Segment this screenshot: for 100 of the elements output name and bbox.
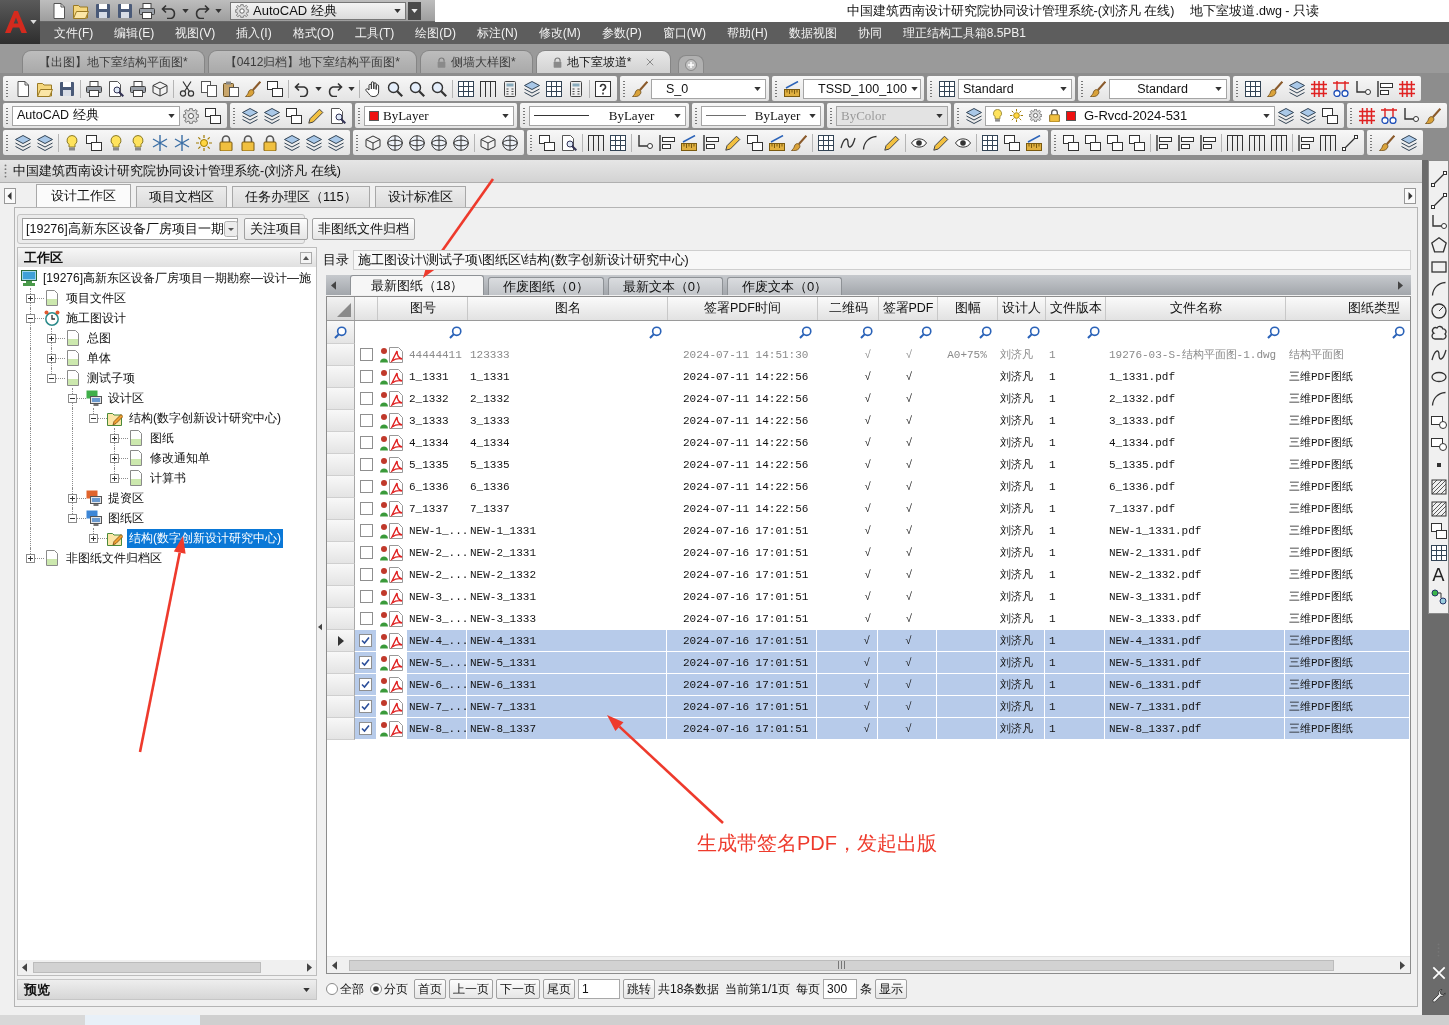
layers-icon[interactable] xyxy=(966,107,982,124)
snowflake-icon[interactable] xyxy=(152,134,168,151)
brush-icon[interactable] xyxy=(1425,107,1441,124)
expand-icon[interactable] xyxy=(110,473,119,483)
column-header[interactable]: 设计人 xyxy=(997,297,1045,320)
pentagon-icon[interactable] xyxy=(1430,237,1447,253)
arc-icon[interactable] xyxy=(1430,391,1447,407)
menu-item[interactable]: 工具(T) xyxy=(355,24,395,42)
help-icon[interactable] xyxy=(595,80,611,97)
application-button[interactable] xyxy=(0,0,40,44)
column-header[interactable]: 图号 xyxy=(377,297,467,320)
brush-icon[interactable] xyxy=(632,80,648,97)
square-circle-icon[interactable] xyxy=(1430,413,1447,429)
table-row[interactable]: NEW-6_...NEW-6_1331 2024-07-16 17:01:51 √ √ 刘济凡 1 NEW-6_1331.pdf 三维PDF图纸 xyxy=(327,674,1410,696)
calculator-icon[interactable] xyxy=(568,80,584,97)
document-icon[interactable] xyxy=(15,80,31,97)
text-tool-button[interactable]: A xyxy=(1432,567,1445,583)
hatch-icon[interactable] xyxy=(1430,479,1447,495)
line-icon[interactable] xyxy=(1430,193,1447,209)
folder-icon[interactable] xyxy=(37,80,53,97)
checkbox[interactable] xyxy=(359,700,372,713)
collapse-icon[interactable] xyxy=(68,393,77,403)
left-arrow-icon[interactable] xyxy=(332,960,337,970)
layers-icon[interactable] xyxy=(1289,80,1305,97)
overlapping-squares-icon[interactable] xyxy=(1430,523,1447,539)
checkbox[interactable] xyxy=(359,414,373,427)
follow-project-button[interactable]: 关注项目 xyxy=(244,218,308,240)
table-icon[interactable] xyxy=(546,80,562,97)
column-header[interactable]: 签署PDF xyxy=(878,297,937,320)
column-header[interactable]: 文件版本 xyxy=(1045,297,1105,320)
table-row[interactable]: NEW-4_...NEW-4_1331 2024-07-16 17:01:51 √ √ 刘济凡 1 NEW-4_1331.pdf 三维PDF图纸 xyxy=(327,630,1410,652)
panel-tab[interactable]: 项目文档区 xyxy=(136,186,227,207)
panel-tab[interactable]: 任务办理区（115） xyxy=(232,186,370,207)
scroll-left-icon[interactable] xyxy=(4,188,16,204)
file-tab[interactable]: 作废文本（0） xyxy=(726,277,843,295)
left-arrow-icon[interactable] xyxy=(22,963,27,972)
layers-icon[interactable] xyxy=(328,134,344,151)
tree-item[interactable]: 设计区 xyxy=(106,388,146,408)
tree-item[interactable]: 提资区 xyxy=(106,488,146,508)
search-icon[interactable] xyxy=(1267,326,1280,339)
table-row[interactable]: 2_1332 2_1332 2024-07-11 14:22:56 √ √ 刘济凡 1 2_1332.pdf 三维PDF图纸 xyxy=(327,388,1410,410)
align-icon[interactable] xyxy=(659,134,675,151)
vertical-bars-icon[interactable] xyxy=(588,134,604,151)
vertical-bars-icon[interactable] xyxy=(1249,134,1265,151)
calculator-icon[interactable] xyxy=(502,80,518,97)
menu-item[interactable]: 理正结构工具箱8.5PB1 xyxy=(902,24,1027,42)
linetype-dropdown[interactable]: ByLayer xyxy=(529,105,686,126)
magnifier-icon[interactable] xyxy=(387,80,403,97)
undo-icon[interactable] xyxy=(294,80,310,97)
caret-icon[interactable] xyxy=(215,8,222,13)
redo-icon[interactable] xyxy=(194,2,210,19)
redo-icon[interactable] xyxy=(327,80,343,97)
layers-icon[interactable] xyxy=(1401,134,1417,151)
brush-icon[interactable] xyxy=(1379,134,1395,151)
tree-item[interactable]: 修改通知单 xyxy=(148,448,212,468)
cube-icon[interactable] xyxy=(365,134,381,151)
table-row[interactable]: NEW-2_...NEW-2_1331 2024-07-16 17:01:51 √ √ 刘济凡 1 NEW-2_1331.pdf 三维PDF图纸 xyxy=(327,542,1410,564)
menu-item[interactable]: 编辑(E) xyxy=(114,24,155,42)
multileader-style-dropdown[interactable]: Standard xyxy=(1109,78,1227,99)
overlapping-squares-icon[interactable] xyxy=(1063,134,1079,151)
search-icon[interactable] xyxy=(860,326,873,339)
tree-item[interactable]: 结构(数字创新设计研究中心) xyxy=(127,528,283,548)
tree-item[interactable]: 计算书 xyxy=(148,468,188,488)
lightbulb-icon[interactable] xyxy=(64,134,80,151)
panel-tab[interactable]: 设计工作区 xyxy=(36,184,131,207)
menu-item[interactable]: 插入(I) xyxy=(236,24,272,42)
sphere-icon[interactable] xyxy=(431,134,447,151)
menu-item[interactable]: 参数(P) xyxy=(601,24,642,42)
page-nav-button[interactable]: 首页 xyxy=(414,979,446,999)
sphere-icon[interactable] xyxy=(502,134,518,151)
table-row[interactable]: NEW-7_...NEW-7_1331 2024-07-16 17:01:51 √ √ 刘济凡 1 NEW-7_1331.pdf 三维PDF图纸 xyxy=(327,696,1410,718)
printer-icon[interactable] xyxy=(139,2,155,19)
vertical-bars-icon[interactable] xyxy=(1271,134,1287,151)
line-icon[interactable] xyxy=(1430,171,1447,187)
expand-icon[interactable] xyxy=(68,493,77,503)
workspace-dropdown[interactable]: AutoCAD 经典 xyxy=(230,1,406,20)
caret-icon[interactable] xyxy=(348,86,355,91)
column-header[interactable]: 图名 xyxy=(467,297,667,320)
cube-icon[interactable] xyxy=(152,80,168,97)
rectangle-icon[interactable] xyxy=(1430,259,1447,275)
search-icon[interactable] xyxy=(1087,326,1100,339)
jump-button[interactable]: 跳转 xyxy=(623,979,655,999)
radio-button[interactable]: 分页 xyxy=(370,980,408,998)
table-icon[interactable] xyxy=(1245,80,1261,97)
overlapping-squares-icon[interactable] xyxy=(205,107,221,124)
printer-icon[interactable] xyxy=(130,80,146,97)
menu-item[interactable]: 帮助(H) xyxy=(727,24,768,42)
search-icon[interactable] xyxy=(1027,326,1040,339)
page-nav-button[interactable]: 下一页 xyxy=(496,979,540,999)
collapse-icon[interactable] xyxy=(68,513,77,523)
collapse-icon[interactable] xyxy=(26,313,35,323)
file-tab[interactable]: 最新图纸（18） xyxy=(350,275,485,295)
project-dropdown[interactable]: [19276]高新东区设备厂房项目一期 xyxy=(22,218,238,240)
expand-icon[interactable] xyxy=(47,333,56,343)
checkbox[interactable] xyxy=(359,348,373,361)
menu-item[interactable]: 绘图(D) xyxy=(415,24,456,42)
axis-bubble-icon[interactable] xyxy=(1333,80,1349,97)
table-row[interactable]: 1_1331 1_1331 2024-07-11 14:22:56 √ √ 刘济凡 1 1_1331.pdf 三维PDF图纸 xyxy=(327,366,1410,388)
sphere-icon[interactable] xyxy=(409,134,425,151)
tree-item[interactable]: 图纸区 xyxy=(106,508,146,528)
